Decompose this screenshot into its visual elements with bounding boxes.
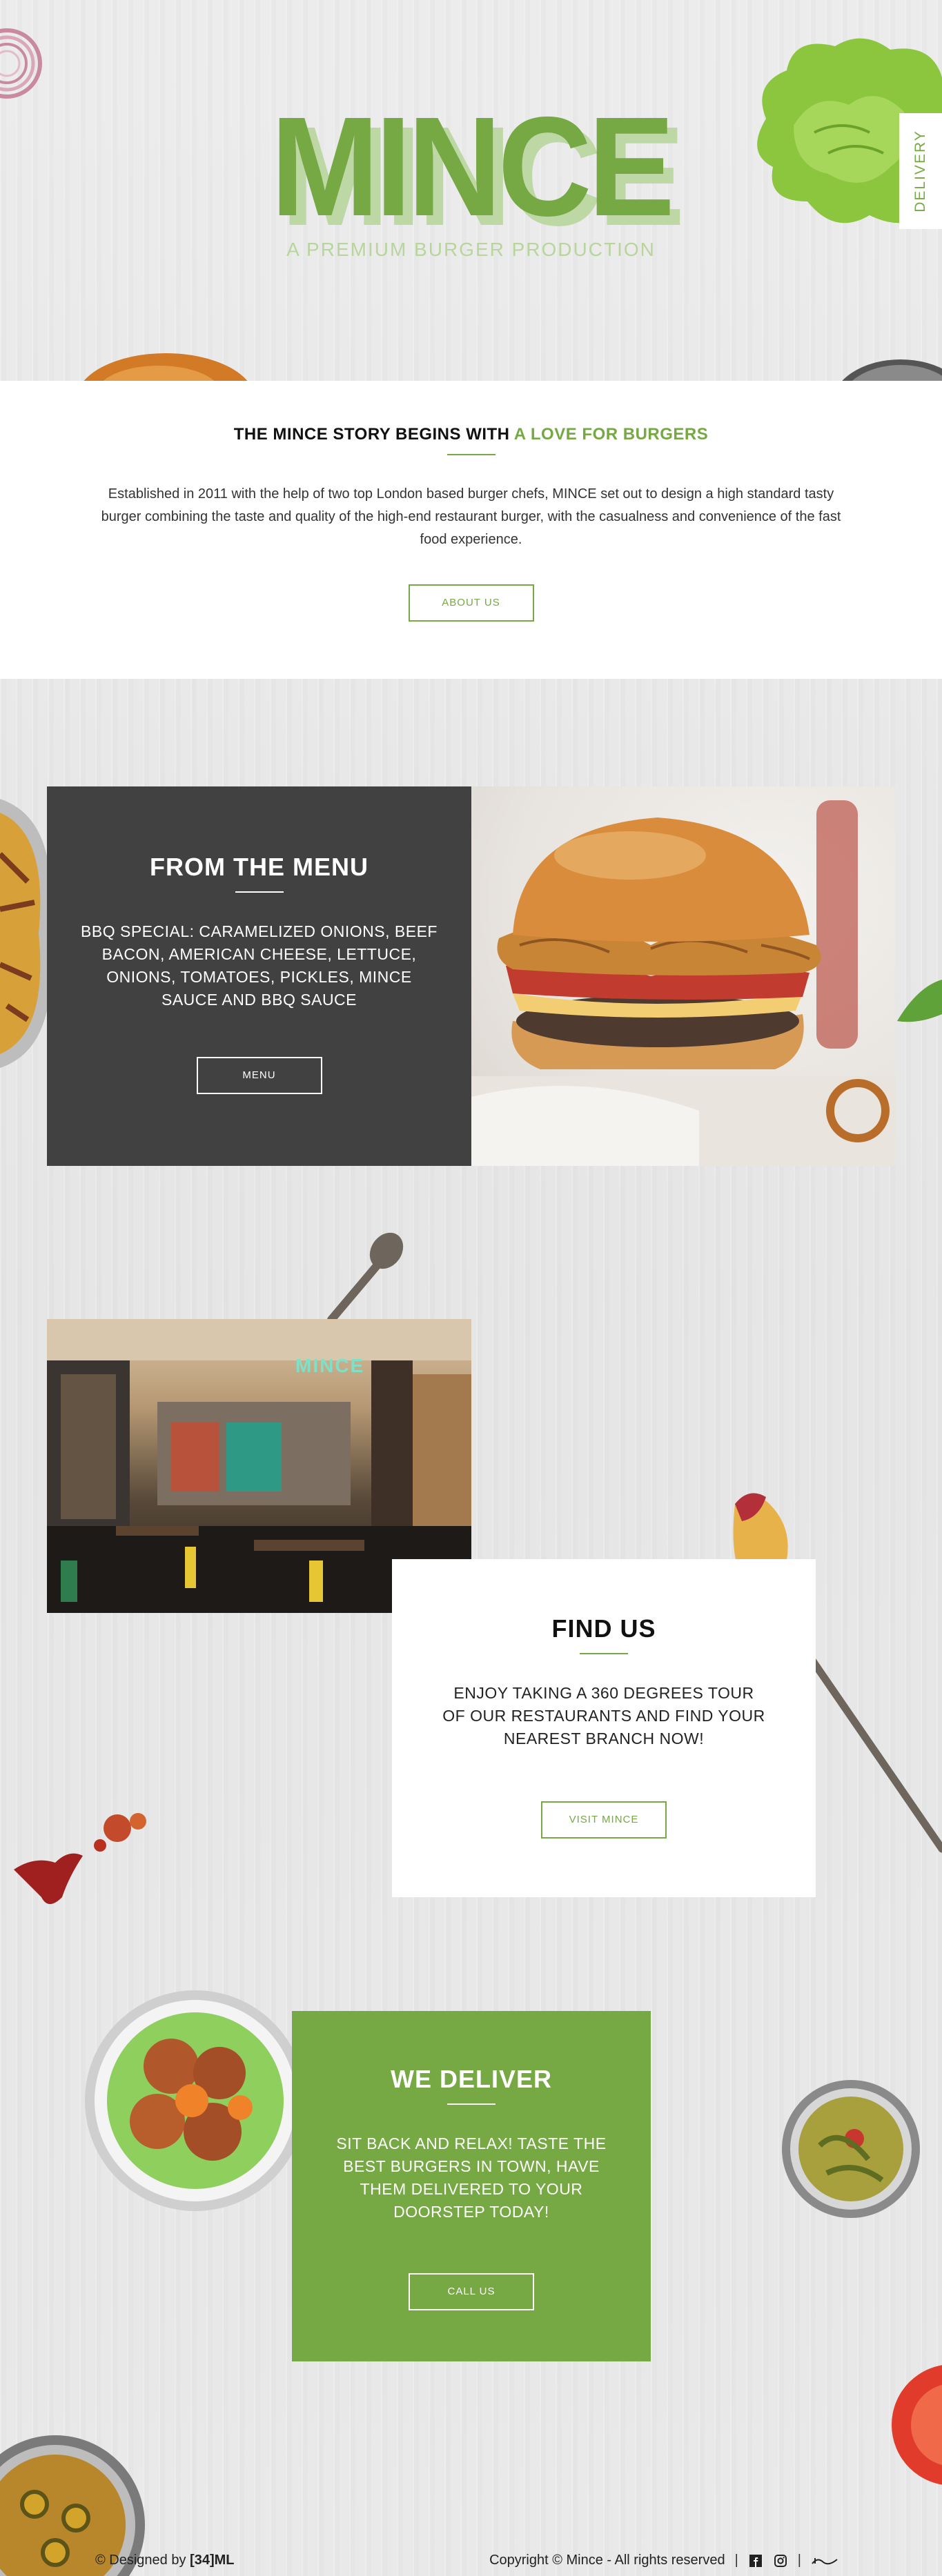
divider bbox=[235, 891, 284, 893]
spoon-image bbox=[327, 1232, 404, 1321]
divider bbox=[447, 454, 495, 455]
story-body: Established in 2011 with the help of two… bbox=[101, 486, 841, 547]
designer-credit: © Designed by [34]ML bbox=[95, 2553, 234, 2568]
sauce-splatter-image bbox=[14, 1813, 146, 1904]
story-section: THE MINCE STORY BEGINS WITH A LOVE FOR B… bbox=[0, 381, 942, 679]
separator: | bbox=[734, 2553, 738, 2568]
fries-bowl-image bbox=[0, 799, 48, 1068]
find-us-body: ENJOY TAKING A 360 DEGREES TOUR OF OUR R… bbox=[442, 1684, 765, 1747]
visit-mince-button[interactable]: VISIT MINCE bbox=[541, 1801, 667, 1839]
footer-right: Copyright © Mince - All rights reserved … bbox=[489, 2553, 838, 2568]
we-deliver-title: WE DELIVER bbox=[390, 2065, 552, 2093]
separator: | bbox=[797, 2553, 801, 2568]
pickles-bowl-image bbox=[782, 2080, 920, 2218]
burger-bun-image bbox=[84, 353, 248, 381]
find-us-card: FIND US ENJOY TAKING A 360 DEGREES TOUR … bbox=[392, 1559, 816, 1897]
restaurant-sign: MINCE bbox=[295, 1355, 365, 1376]
bbq-burger-photo bbox=[471, 786, 895, 1166]
instagram-icon[interactable] bbox=[773, 2553, 788, 2568]
page: DELIVERY MINCE A PREMIUM BURGER PRODUCTI… bbox=[0, 0, 942, 2576]
story-title-accent: A LOVE FOR BURGERS bbox=[513, 425, 709, 444]
wave-logo-icon[interactable] bbox=[811, 2553, 838, 2568]
designer-link[interactable]: [34]ML bbox=[190, 2553, 234, 2568]
menu-body: BBQ SPECIAL: CARAMELIZED ONIONS, BEEF BA… bbox=[81, 922, 438, 1009]
menu-button[interactable]: MENU bbox=[196, 1057, 322, 1094]
divider bbox=[580, 1653, 628, 1654]
we-deliver-body: SIT BACK AND RELAX! TASTE THE BEST BURGE… bbox=[336, 2134, 607, 2221]
copyright-text: Copyright © Mince - All rights reserved bbox=[489, 2553, 725, 2568]
call-us-button[interactable]: CALL US bbox=[409, 2273, 534, 2310]
onion-ring-image bbox=[0, 28, 42, 99]
facebook-icon[interactable] bbox=[748, 2553, 763, 2568]
menu-card: FROM THE MENU BBQ SPECIAL: CARAMELIZED O… bbox=[47, 786, 471, 1166]
hero: DELIVERY MINCE A PREMIUM BURGER PRODUCTI… bbox=[0, 8, 942, 381]
menu-title: FROM THE MENU bbox=[150, 853, 369, 881]
designed-by-text: © Designed by bbox=[95, 2553, 190, 2568]
about-us-button[interactable]: ABOUT US bbox=[408, 584, 534, 622]
bowl-image bbox=[842, 359, 942, 381]
story-title-prefix: THE MINCE STORY BEGINS WITH bbox=[233, 425, 514, 444]
divider bbox=[447, 2103, 495, 2105]
mince-logo[interactable]: MINCE bbox=[271, 96, 675, 237]
find-us-title: FIND US bbox=[551, 1614, 656, 1643]
we-deliver-card: WE DELIVER SIT BACK AND RELAX! TASTE THE… bbox=[292, 2011, 651, 2361]
burger-illustration bbox=[471, 800, 895, 1166]
logo-block: MINCE A PREMIUM BURGER PRODUCTION bbox=[0, 96, 942, 261]
tomato-slice-image bbox=[892, 2365, 942, 2485]
falafel-plate-image bbox=[85, 1990, 302, 2211]
footer: © Designed by [34]ML Copyright © Mince -… bbox=[0, 2546, 942, 2576]
herb-leaf-image bbox=[897, 980, 942, 1022]
story-title: THE MINCE STORY BEGINS WITH A LOVE FOR B… bbox=[0, 425, 942, 444]
